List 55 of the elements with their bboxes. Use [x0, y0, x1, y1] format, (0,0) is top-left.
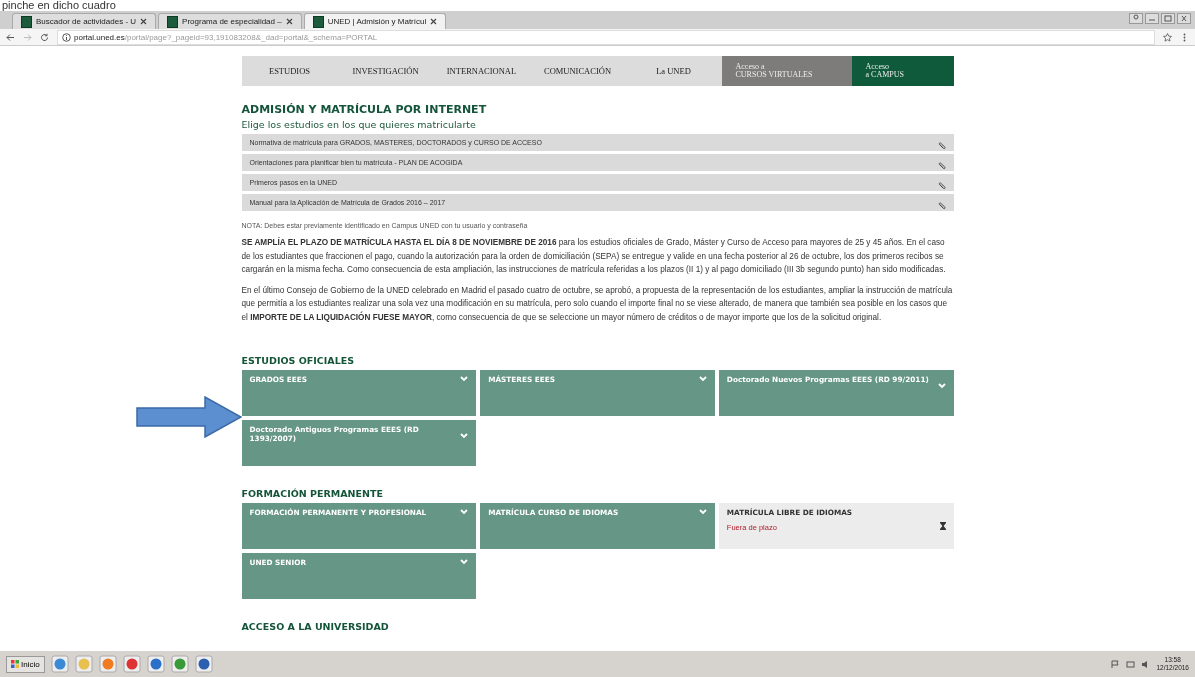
back-icon[interactable]	[6, 32, 15, 42]
address-field[interactable]: portal.uned.es/portal/page?_pageid=93,191083208&_dad=portal&_schema=PORTAL	[57, 29, 1155, 45]
section-heading: ESTUDIOS OFICIALES	[241, 355, 355, 366]
browser-tab[interactable]: Buscador de actividades - U	[12, 13, 157, 29]
section-heading: FORMACIÓN PERMANENTE	[241, 488, 384, 499]
flag-icon[interactable]	[1111, 659, 1121, 669]
menu-link[interactable]: COMUNICACIÓN	[529, 56, 626, 86]
reload-icon[interactable]	[40, 32, 49, 42]
start-button[interactable]: Inicio	[6, 655, 45, 673]
chevron-down-icon	[460, 433, 469, 439]
menu-link[interactable]: ESTUDIOS	[241, 56, 338, 86]
chevron-down-icon	[937, 383, 946, 389]
chevron-down-icon	[460, 376, 469, 382]
paperclip-icon	[937, 201, 946, 210]
section-heading: ACCESO A LA UNIVERSIDAD	[241, 621, 390, 632]
user-icon[interactable]	[1129, 13, 1143, 24]
chevron-down-icon	[698, 509, 707, 515]
info-icon	[62, 32, 71, 42]
browser-tab[interactable]: UNED | Admisión y Matrícul	[303, 13, 447, 29]
windows-logo-icon	[11, 660, 19, 668]
page-title: ADMISIÓN Y MATRÍCULA POR INTERNET	[241, 103, 488, 116]
favicon-icon	[312, 15, 324, 28]
close-icon[interactable]	[1177, 13, 1191, 24]
menu-link[interactable]: Acceso a CAMPUS	[851, 56, 954, 86]
chevron-down-icon	[460, 509, 469, 515]
menu-link[interactable]: Acceso a CURSOS VIRTUALES	[721, 56, 852, 86]
star-icon[interactable]	[1163, 32, 1172, 42]
network-icon[interactable]	[1126, 659, 1136, 669]
close-icon[interactable]	[140, 18, 148, 25]
menu-link[interactable]: INTERNACIONAL	[433, 56, 530, 86]
menu-link[interactable]: La UNED	[625, 56, 722, 86]
favicon-icon	[21, 15, 32, 28]
notice-paragraph: En el último Consejo de Gobierno de la UNED celebrado en Madrid el pasado cuatro de octubre, se aprobó, a propuesta de la representación de los estudiantes, ampliar la instrucción de matrícula que permitía a los estudiantes realizar una sola vez una modificación en su matrícula, pero solo cuando el importe final no se viese alterado, de manera que también sea posible en los casos que el IMPORTE DE LA LIQUIDACIÓN FUESE MAYOR, como consecuencia de que se seleccione un mayor número de créditos o de mayor importe que los de la solicitud original.	[241, 284, 954, 324]
restore-icon[interactable]	[1161, 13, 1175, 24]
app-icon[interactable]	[170, 655, 189, 673]
caption-text: pinche en dicho cuadro	[1, 0, 117, 11]
app-icon[interactable]	[98, 655, 117, 673]
paperclip-icon	[937, 181, 946, 190]
browser-tab[interactable]: Programa de especialidad –	[158, 13, 302, 29]
favicon-icon	[167, 15, 179, 28]
menu-link[interactable]: INVESTIGACIÓN	[337, 56, 434, 86]
chevron-down-icon	[698, 376, 707, 382]
minimize-icon[interactable]	[1145, 13, 1159, 24]
paperclip-icon	[937, 161, 946, 170]
app-icon[interactable]	[122, 655, 141, 673]
close-icon[interactable]	[285, 18, 293, 25]
app-icon[interactable]	[146, 655, 165, 673]
paperclip-icon	[937, 141, 946, 150]
notice-paragraph: SE AMPLÍA EL PLAZO DE MATRÍCULA HASTA EL DÍA 8 DE NOVIEMBRE DE 2016 para los estudios oficiales de Grado, Máster y Curso de Acceso para mayores de 25 y 45 años. En el caso de los estudiantes que fraccionen el pago, cuando la autorización para la orden de domiciliación (SEPA) se entregue y valide en una fecha posterior al 26 de octubre, los dos primeros recibos se cargarán en la misma fecha. Como consecuencia de esta ampliación, las instrucciones de matrícula referidas a los plazos (II 1) y al pago domiciliado (III 3b segundo punto) han sido modificadas.	[241, 236, 947, 276]
app-icon[interactable]	[50, 655, 69, 673]
app-icon[interactable]	[194, 655, 213, 673]
page-subtitle: Elige los estudios en los que quieres matricularte	[241, 119, 477, 130]
chevron-down-icon	[460, 559, 469, 565]
hourglass-icon	[939, 522, 946, 530]
close-icon[interactable]	[430, 18, 438, 25]
